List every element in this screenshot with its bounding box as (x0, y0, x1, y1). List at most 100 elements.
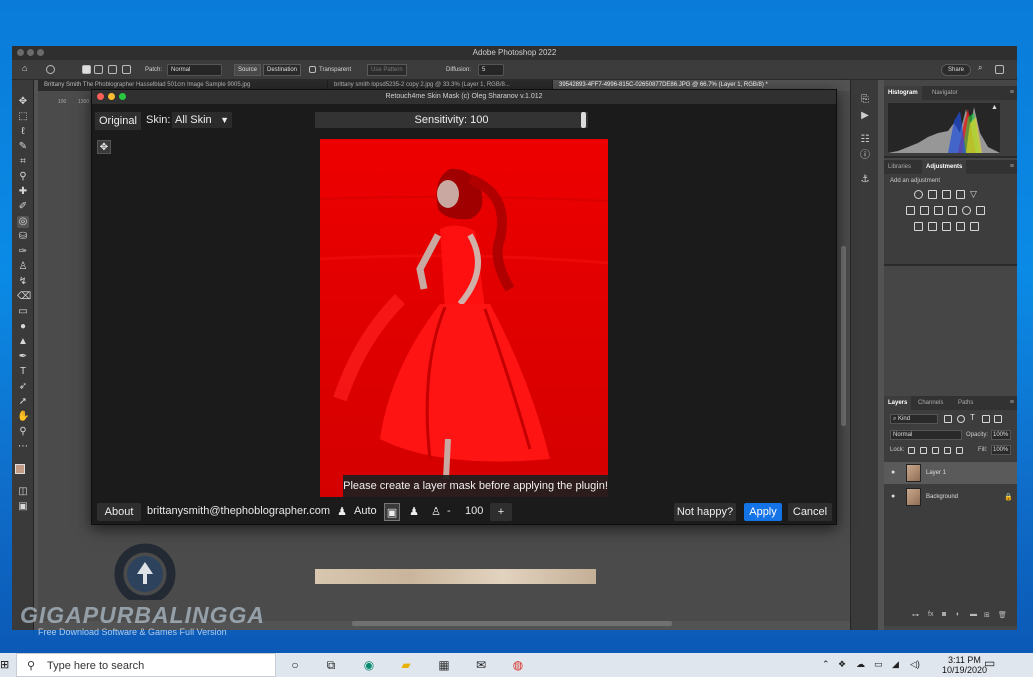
auto-label[interactable]: Auto (354, 505, 377, 517)
lock-all-icon[interactable] (956, 447, 963, 454)
zoom-tool-icon[interactable]: ⚲ (17, 426, 29, 438)
filter-smart-icon[interactable] (994, 415, 1002, 423)
lock-pixels-icon[interactable] (920, 447, 927, 454)
selective-color-icon[interactable] (970, 222, 979, 231)
share-button[interactable]: Share (941, 64, 971, 76)
channel-mixer-icon[interactable] (962, 206, 971, 215)
about-button[interactable]: About (97, 503, 141, 521)
patch-mode-select[interactable]: Normal (167, 64, 222, 76)
store-icon[interactable]: ▦ (436, 657, 452, 673)
lock-position-icon[interactable] (932, 447, 939, 454)
quick-select-tool-icon[interactable]: ✎ (17, 141, 29, 153)
hand-tool-icon[interactable]: ✋ (17, 411, 29, 423)
panel-menu-icon[interactable]: ≡ (1010, 86, 1014, 100)
amount-value[interactable]: 100 (465, 505, 483, 517)
screen-mode-icon[interactable]: ▣ (17, 501, 29, 513)
battery-icon[interactable]: ▭ (874, 659, 883, 670)
tray-chevron-icon[interactable]: ⌃ (822, 659, 830, 670)
vertical-scrollbar[interactable] (841, 246, 846, 426)
panel-menu-icon[interactable]: ≡ (1010, 160, 1014, 174)
task-view-icon[interactable]: ⧉ (323, 657, 339, 673)
healing-tool-icon[interactable]: ✚ (17, 186, 29, 198)
stamp-tool-icon[interactable]: ♙ (17, 261, 29, 273)
properties-icon[interactable]: ☷ (859, 134, 871, 146)
path-select-icon[interactable]: ➶ (17, 381, 29, 393)
source-button[interactable]: Source (234, 64, 262, 76)
more-tools-icon[interactable]: ⋯ (17, 441, 29, 453)
transparent-checkbox[interactable] (309, 66, 316, 73)
sensitivity-slider-thumb[interactable] (581, 112, 586, 128)
full-body-icon[interactable]: ♙ (428, 503, 444, 521)
brightness-icon[interactable] (914, 190, 923, 199)
move-icon[interactable]: ✥ (97, 140, 111, 154)
new-selection-icon[interactable] (82, 65, 91, 74)
art-history-icon[interactable]: ↯ (17, 276, 29, 288)
chrome-icon[interactable]: ◍ (510, 657, 526, 673)
posterize-icon[interactable] (928, 222, 937, 231)
layer-row[interactable]: ● Layer 1 (884, 462, 1017, 484)
layer-row[interactable]: ● Background 🔒 (884, 486, 1017, 508)
filter-pixel-icon[interactable] (944, 415, 952, 423)
notifications-icon[interactable]: ▭ (984, 656, 995, 670)
layer-name[interactable]: Layer 1 (926, 470, 946, 476)
new-group-icon[interactable]: ▬ (970, 611, 977, 618)
workspace-icon[interactable] (995, 65, 1004, 74)
sensitivity-slider[interactable]: Sensitivity: 100 (315, 112, 588, 128)
foreground-color-swatch[interactable] (15, 464, 25, 474)
start-icon[interactable]: ⊞ (0, 653, 14, 677)
not-happy-button[interactable]: Not happy? (674, 503, 736, 521)
curves-icon[interactable] (942, 190, 951, 199)
network-icon[interactable]: ◢ (892, 659, 899, 670)
visibility-eye-icon[interactable]: ● (891, 493, 895, 500)
panel-menu-icon[interactable]: ≡ (1010, 396, 1014, 410)
gradient-map-icon[interactable] (956, 222, 965, 231)
close-dot-icon[interactable] (97, 93, 104, 100)
info-icon[interactable]: ⓘ (859, 150, 871, 162)
eraser-tool-icon[interactable]: ⌫ (17, 291, 31, 303)
blur-tool-icon[interactable]: ● (17, 321, 29, 333)
photo-filter-icon[interactable] (948, 206, 957, 215)
kind-filter-select[interactable]: ⌕ Kind (890, 414, 938, 424)
glyphs-icon[interactable]: ⚓ (859, 174, 871, 186)
filter-shape-icon[interactable] (982, 415, 990, 423)
vibrance-icon[interactable]: ▽ (970, 190, 979, 199)
blend-mode-select[interactable]: Normal (890, 430, 962, 440)
lock-transparent-icon[interactable] (908, 447, 915, 454)
hue-saturation-icon[interactable] (906, 206, 915, 215)
history-brush-icon[interactable]: ✑ (17, 246, 29, 258)
subtract-selection-icon[interactable] (108, 65, 117, 74)
original-button[interactable]: Original (95, 112, 141, 130)
brush-tool-icon[interactable]: ✐ (17, 201, 29, 213)
home-icon[interactable]: ⌂ (22, 63, 27, 73)
horizontal-scrollbar[interactable] (352, 621, 672, 626)
opacity-input[interactable]: 100% (991, 430, 1011, 440)
edge-icon[interactable]: ◉ (361, 657, 377, 673)
actions-play-icon[interactable]: ▶ (859, 110, 871, 122)
dodge-tool-icon[interactable]: ▲ (17, 336, 29, 348)
mail-icon[interactable]: ✉ (473, 657, 489, 673)
maximize-dot-icon[interactable] (119, 93, 126, 100)
type-tool-icon[interactable]: T (17, 366, 29, 378)
search-input[interactable]: ⚲ Type here to search (16, 653, 276, 677)
filter-adjustment-icon[interactable] (957, 415, 965, 423)
portrait-mode-icon[interactable]: ▣ (384, 503, 400, 521)
clock[interactable]: 3:11 PM 10/19/2020 (942, 655, 987, 675)
tab-adjustments[interactable]: Adjustments (922, 160, 967, 174)
lock-artboard-icon[interactable] (944, 447, 951, 454)
visibility-eye-icon[interactable]: ● (891, 469, 895, 476)
threshold-icon[interactable] (942, 222, 951, 231)
color-lookup-icon[interactable] (976, 206, 985, 215)
gradient-tool-icon[interactable]: ▭ (17, 306, 29, 318)
levels-icon[interactable] (928, 190, 937, 199)
new-layer-icon[interactable]: ⊞ (984, 611, 990, 619)
layer-name[interactable]: Background (926, 494, 958, 500)
cancel-button[interactable]: Cancel (788, 503, 832, 521)
close-dot-icon[interactable] (17, 49, 24, 56)
crop-tool-icon[interactable]: ⌗ (17, 156, 29, 168)
tab-layers[interactable]: Layers (884, 396, 912, 410)
tab-paths[interactable]: Paths (954, 396, 977, 410)
eyedropper-tool-icon[interactable]: ⚲ (17, 171, 29, 183)
decrease-button[interactable]: - (447, 505, 451, 517)
maximize-dot-icon[interactable] (37, 49, 44, 56)
move-tool-icon[interactable]: ✥ (17, 96, 29, 108)
